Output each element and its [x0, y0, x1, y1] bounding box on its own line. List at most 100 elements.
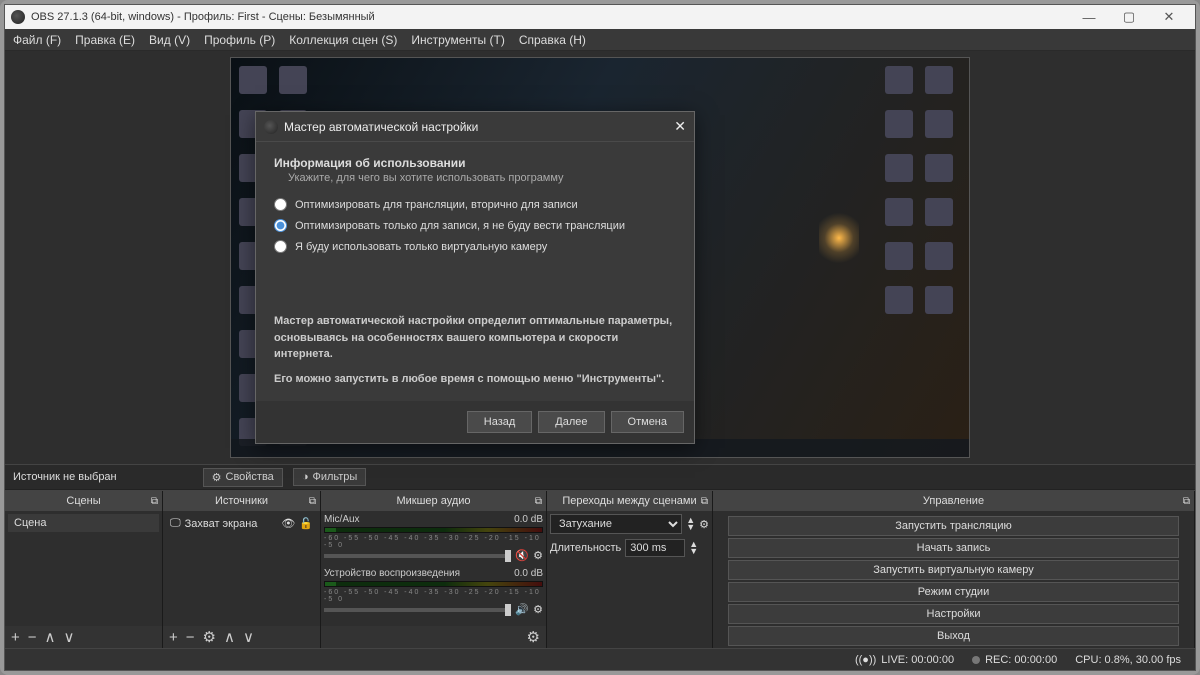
obs-logo-icon	[11, 10, 25, 24]
transition-properties-button[interactable]: ⚙	[699, 518, 709, 531]
wizard-option-streaming[interactable]: Оптимизировать для трансляции, вторично …	[274, 198, 676, 211]
filters-button[interactable]: ◑Фильтры	[293, 468, 367, 486]
obs-main-window: OBS 27.1.3 (64-bit, windows) - Профиль: …	[4, 4, 1196, 671]
audio-mixer-dock: Микшер аудио ⧉ Mic/Aux0.0 dB -60 -55 -50 …	[321, 491, 547, 648]
properties-button[interactable]: ⚙Свойства	[203, 468, 283, 487]
menu-view[interactable]: Вид (V)	[149, 33, 190, 47]
status-cpu: CPU: 0.8%, 30.00 fps	[1075, 654, 1181, 666]
minimize-button[interactable]: —	[1069, 10, 1109, 25]
source-item[interactable]: 🖵 Захват экрана 👁 🔓	[166, 514, 317, 533]
lock-toggle[interactable]: 🔓	[299, 517, 313, 530]
wizard-back-button[interactable]: Назад	[467, 411, 533, 433]
docks-row: Сцены ⧉ Сцена + − ∧ ∨ Источники ⧉ 🖵 Захват…	[5, 490, 1195, 648]
channel-settings-button[interactable]: ⚙	[533, 603, 543, 616]
controls-dock: Управление ⧉ Запустить трансляцию Начать …	[713, 491, 1195, 648]
menubar: Файл (F) Правка (E) Вид (V) Профиль (P) …	[5, 29, 1195, 51]
titlebar[interactable]: OBS 27.1.3 (64-bit, windows) - Профиль: …	[5, 5, 1195, 29]
mute-button[interactable]: 🔇	[515, 549, 529, 562]
start-recording-button[interactable]: Начать запись	[728, 538, 1179, 558]
wizard-option-recording[interactable]: Оптимизировать только для записи, я не б…	[274, 219, 676, 232]
auto-config-wizard: Мастер автоматической настройки ✕ Информ…	[255, 111, 695, 444]
audio-meter	[324, 527, 543, 533]
popout-icon[interactable]: ⧉	[151, 496, 158, 507]
transitions-dock: Переходы между сценами ⧉ Затухание ▲▼ ⚙ Д…	[547, 491, 713, 648]
desktop-icons-right	[885, 66, 961, 326]
volume-slider[interactable]	[324, 608, 511, 612]
wizard-heading: Информация об использовании	[274, 156, 676, 170]
statusbar: ((●))LIVE: 00:00:00 REC: 00:00:00 CPU: 0…	[5, 648, 1195, 670]
mixer-channel-mic: Mic/Aux0.0 dB -60 -55 -50 -45 -40 -35 -3…	[324, 514, 543, 562]
display-capture-icon: 🖵	[170, 517, 181, 530]
studio-mode-button[interactable]: Режим студии	[728, 582, 1179, 602]
remove-scene-button[interactable]: −	[28, 629, 37, 646]
scenes-title: Сцены	[66, 495, 100, 507]
visibility-toggle[interactable]: 👁	[281, 517, 295, 530]
close-button[interactable]: ✕	[1149, 9, 1189, 25]
radio-recording[interactable]	[274, 219, 287, 232]
mixer-settings-button[interactable]: ⚙	[527, 628, 540, 646]
mixer-channel-desktop: Устройство воспроизведения0.0 dB -60 -55…	[324, 568, 543, 616]
remove-source-button[interactable]: −	[186, 629, 195, 646]
scene-item[interactable]: Сцена	[8, 514, 159, 532]
mute-button[interactable]: 🔊	[515, 603, 529, 616]
wizard-footer-text-2: Его можно запустить в любое время с помо…	[274, 371, 676, 388]
maximize-button[interactable]: ▢	[1109, 9, 1149, 25]
wizard-subheading: Укажите, для чего вы хотите использовать…	[288, 172, 676, 184]
menu-scene-collection[interactable]: Коллекция сцен (S)	[289, 33, 397, 47]
mixer-title: Микшер аудио	[396, 495, 470, 507]
add-scene-button[interactable]: +	[11, 629, 20, 646]
popout-icon[interactable]: ⧉	[701, 496, 708, 507]
transition-stepper[interactable]: ▲▼	[686, 517, 695, 531]
source-label: Захват экрана	[185, 518, 258, 530]
sources-dock: Источники ⧉ 🖵 Захват экрана 👁 🔓 + − ⚙ ∧ ∨	[163, 491, 321, 648]
menu-profile[interactable]: Профиль (P)	[204, 33, 275, 47]
menu-help[interactable]: Справка (H)	[519, 33, 586, 47]
obs-logo-icon	[264, 120, 278, 134]
lantern-glow	[819, 208, 859, 268]
wizard-footer-text-1: Мастер автоматической настройки определи…	[274, 313, 676, 363]
sources-title: Источники	[215, 495, 268, 507]
status-live: ((●))LIVE: 00:00:00	[855, 654, 954, 666]
source-down-button[interactable]: ∨	[243, 628, 254, 646]
duration-label: Длительность	[550, 542, 621, 554]
source-settings-button[interactable]: ⚙	[203, 628, 216, 646]
preview-area: Мастер автоматической настройки ✕ Информ…	[5, 51, 1195, 464]
popout-icon[interactable]: ⧉	[535, 496, 542, 507]
filter-icon: ◑	[302, 471, 309, 483]
wizard-cancel-button[interactable]: Отмена	[611, 411, 684, 433]
wizard-option-virtualcam[interactable]: Я буду использовать только виртуальную к…	[274, 240, 676, 253]
scene-down-button[interactable]: ∨	[64, 628, 75, 646]
menu-edit[interactable]: Правка (E)	[75, 33, 135, 47]
broadcast-icon: ((●))	[855, 654, 876, 666]
scene-up-button[interactable]: ∧	[45, 628, 56, 646]
popout-icon[interactable]: ⧉	[1183, 496, 1190, 507]
start-virtualcam-button[interactable]: Запустить виртуальную камеру	[728, 560, 1179, 580]
duration-input[interactable]	[625, 539, 685, 557]
volume-slider[interactable]	[324, 554, 511, 558]
duration-stepper[interactable]: ▲▼	[689, 541, 698, 555]
popout-icon[interactable]: ⧉	[309, 496, 316, 507]
source-up-button[interactable]: ∧	[224, 628, 235, 646]
radio-streaming[interactable]	[274, 198, 287, 211]
status-rec: REC: 00:00:00	[972, 654, 1057, 666]
wizard-title: Мастер автоматической настройки	[284, 120, 478, 134]
exit-button[interactable]: Выход	[728, 626, 1179, 646]
channel-settings-button[interactable]: ⚙	[533, 549, 543, 562]
menu-tools[interactable]: Инструменты (T)	[411, 33, 504, 47]
transition-select[interactable]: Затухание	[550, 514, 682, 534]
settings-button[interactable]: Настройки	[728, 604, 1179, 624]
audio-meter	[324, 581, 543, 587]
wizard-next-button[interactable]: Далее	[538, 411, 604, 433]
source-toolbar: Источник не выбран ⚙Свойства ◑Фильтры	[5, 464, 1195, 490]
wizard-close-button[interactable]: ✕	[674, 118, 686, 135]
radio-virtualcam[interactable]	[274, 240, 287, 253]
window-title: OBS 27.1.3 (64-bit, windows) - Профиль: …	[31, 11, 375, 23]
start-streaming-button[interactable]: Запустить трансляцию	[728, 516, 1179, 536]
record-dot-icon	[972, 656, 980, 664]
transitions-title: Переходы между сценами	[562, 495, 696, 507]
add-source-button[interactable]: +	[169, 629, 178, 646]
gear-icon: ⚙	[212, 471, 222, 484]
no-source-selected-label: Источник не выбран	[13, 471, 117, 483]
menu-file[interactable]: Файл (F)	[13, 33, 61, 47]
controls-title: Управление	[923, 495, 984, 507]
